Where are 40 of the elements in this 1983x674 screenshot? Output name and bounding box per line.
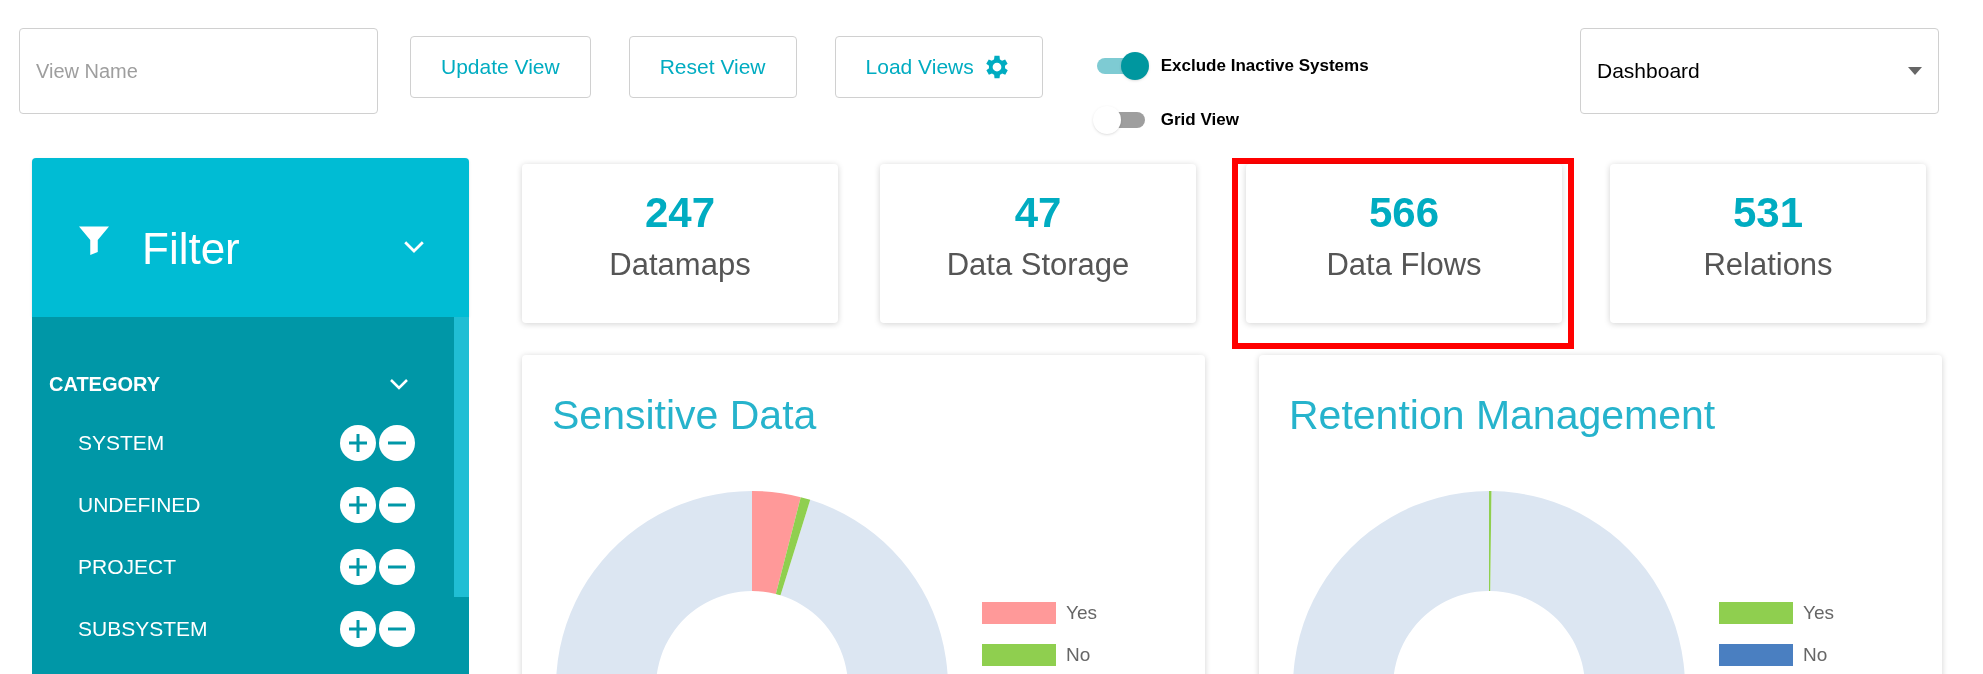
stat-label: Relations [1703,246,1833,284]
chevron-icon[interactable] [403,240,425,254]
minus-icon[interactable] [379,425,415,461]
legend-label: No [1066,643,1091,667]
stat-value: 47 [1014,188,1062,238]
scrollbar-thumb[interactable] [454,317,469,597]
view-name-field[interactable]: View Name [19,28,378,114]
stat-label: Data Storage [946,246,1130,284]
category-item[interactable]: UNDEFINED [78,489,201,521]
plus-icon[interactable] [340,549,376,585]
plus-icon[interactable] [340,611,376,647]
category-heading: CATEGORY [49,372,161,397]
chart-title: Sensitive Data [552,391,818,440]
category-item[interactable]: SUBSYSTEM [78,613,208,645]
category-item[interactable]: PROJECT [78,551,176,583]
toggle-label: Exclude Inactive Systems [1160,55,1369,78]
filter-header[interactable]: Filter [32,158,469,317]
stat-value: 566 [1368,188,1440,238]
stat-value: 247 [644,188,716,238]
plus-icon[interactable] [340,487,376,523]
legend-label: No [1803,643,1828,667]
toggle-label: Grid View [1160,109,1239,132]
legend-label: Yes [1803,600,1834,625]
dropdown-caret-icon [1908,67,1922,75]
category-item[interactable]: SYSTEM [78,427,165,459]
view-select[interactable]: Dashboard [1580,28,1939,114]
stat-value: 531 [1732,188,1804,238]
view-button[interactable]: Update View [410,36,591,98]
stat-label: Datamaps [609,246,751,284]
minus-icon[interactable] [379,611,415,647]
minus-icon[interactable] [379,549,415,585]
plus-icon[interactable] [340,425,376,461]
filter-title: Filter [142,223,240,275]
legend-label: Yes [1066,600,1097,625]
chart-title: Retention Management [1289,391,1717,440]
minus-icon[interactable] [379,487,415,523]
chevron-icon[interactable] [389,378,409,390]
view-button[interactable]: Reset View [628,36,797,98]
stat-label: Data Flows [1326,246,1482,284]
load-views-button[interactable]: Load Views [834,36,1043,98]
